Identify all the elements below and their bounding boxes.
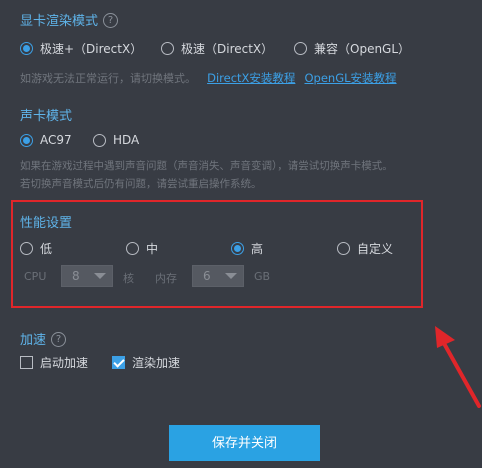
gpu-hint-row: 如游戏无法正常运行，请切换模式。 DirectX安装教程 OpenGL安装教程	[20, 67, 397, 86]
radio-indicator[interactable]	[20, 242, 33, 255]
radio-indicator[interactable]	[337, 242, 350, 255]
radio-performance-high[interactable]: 高	[231, 240, 263, 257]
gpu-mode-title: 显卡渲染模式	[20, 14, 99, 29]
chevron-down-icon	[94, 273, 106, 279]
radio-indicator[interactable]	[231, 242, 244, 255]
memory-select[interactable]: 6	[192, 265, 244, 287]
checkbox-indicator[interactable]	[20, 356, 33, 369]
acceleration-section-title: 加速?	[20, 329, 67, 348]
directx-tutorial-link[interactable]: DirectX安装教程	[207, 71, 295, 85]
radio-gpu-opengl[interactable]: 兼容（OpenGL）	[294, 40, 410, 57]
memory-value: 6	[203, 269, 211, 283]
checkbox-label: 启动加速	[40, 356, 89, 370]
sound-hint-line1: 如果在游戏过程中遇到声音问题（声音消失、声音变调），请尝试切换声卡模式。	[20, 160, 393, 172]
gpu-mode-section-title: 显卡渲染模式?	[20, 10, 119, 29]
chevron-down-icon	[225, 273, 237, 279]
radio-indicator[interactable]	[161, 42, 174, 55]
memory-label: 内存	[155, 272, 177, 285]
radio-label: 兼容（OpenGL）	[314, 42, 411, 56]
radio-indicator[interactable]	[20, 42, 33, 55]
sound-mode-title: 声卡模式	[20, 109, 73, 124]
cpu-value: 8	[72, 269, 80, 283]
radio-label: AC97	[40, 133, 72, 147]
help-icon[interactable]: ?	[51, 332, 67, 347]
radio-performance-medium[interactable]: 中	[126, 240, 158, 257]
radio-label: HDA	[113, 133, 140, 147]
radio-performance-custom[interactable]: 自定义	[337, 240, 393, 257]
save-and-close-button[interactable]: 保存并关闭	[169, 425, 320, 461]
acceleration-title: 加速	[20, 333, 47, 348]
cpu-label: CPU	[24, 270, 47, 283]
radio-indicator[interactable]	[93, 133, 106, 147]
cpu-select[interactable]: 8	[61, 265, 113, 287]
radio-sound-ac97[interactable]: AC97	[20, 133, 72, 147]
gpu-hint: 如游戏无法正常运行，请切换模式。	[20, 72, 196, 85]
radio-label: 极速+（DirectX）	[40, 42, 143, 56]
checkbox-render-acceleration[interactable]: 渲染加速	[112, 354, 180, 371]
cpu-unit: 核	[123, 272, 134, 285]
performance-title: 性能设置	[20, 216, 73, 231]
radio-indicator[interactable]	[126, 242, 139, 255]
sound-hint-line2: 若切换声音模式后仍有问题，请尝试重启操作系统。	[20, 178, 262, 190]
radio-label: 极速（DirectX）	[181, 42, 274, 56]
radio-label: 自定义	[357, 242, 394, 256]
radio-sound-hda[interactable]: HDA	[93, 133, 139, 147]
radio-gpu-directx[interactable]: 极速（DirectX）	[161, 40, 273, 57]
checkbox-label: 渲染加速	[132, 356, 181, 370]
checkbox-startup-acceleration[interactable]: 启动加速	[20, 354, 88, 371]
checkbox-indicator[interactable]	[112, 356, 125, 369]
memory-unit: GB	[254, 270, 271, 283]
radio-indicator[interactable]	[20, 133, 33, 147]
help-icon[interactable]: ?	[103, 13, 119, 28]
radio-label: 高	[251, 242, 264, 256]
radio-label: 中	[146, 242, 159, 256]
opengl-tutorial-link[interactable]: OpenGL安装教程	[305, 71, 397, 85]
annotation-arrow-icon	[435, 326, 481, 408]
radio-indicator[interactable]	[294, 42, 307, 55]
radio-gpu-directx-plus[interactable]: 极速+（DirectX）	[20, 40, 142, 57]
radio-label: 低	[40, 242, 53, 256]
radio-performance-low[interactable]: 低	[20, 240, 52, 257]
